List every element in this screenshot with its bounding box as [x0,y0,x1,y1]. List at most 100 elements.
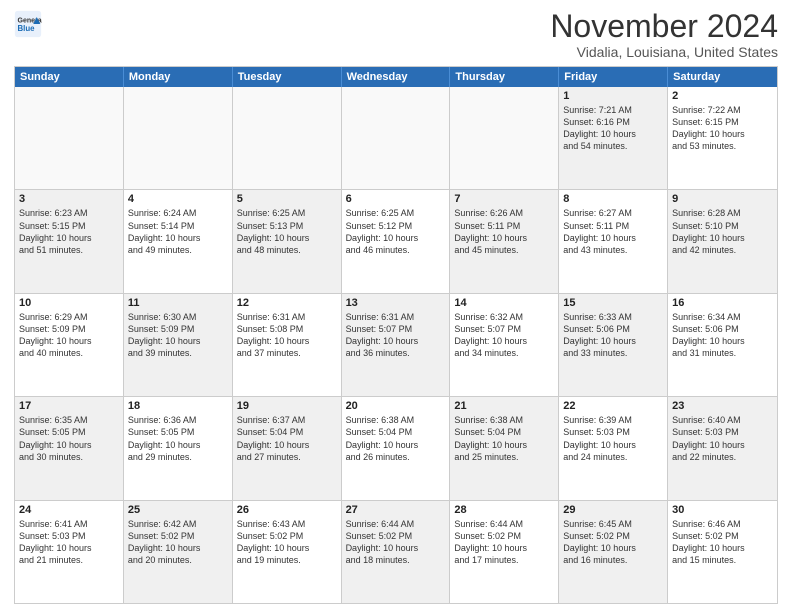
calendar-cell: 15 Sunrise: 6:33 AM Sunset: 5:06 PM Dayli… [559,294,668,396]
day-number: 7 [454,193,554,205]
day-number: 16 [672,297,773,309]
day-number: 26 [237,504,337,516]
cell-text: Sunrise: 6:42 AM Sunset: 5:02 PM Dayligh… [128,518,228,567]
calendar-cell: 10Sunrise: 6:29 AM Sunset: 5:09 PM Dayli… [15,294,124,396]
calendar-cell: 26 Sunrise: 6:43 AM Sunset: 5:02 PM Dayli… [233,501,342,603]
cell-text: Sunrise: 6:32 AM Sunset: 5:07 PM Dayligh… [454,311,554,360]
cell-text: Sunrise: 6:31 AM Sunset: 5:08 PM Dayligh… [237,311,337,360]
calendar-cell: 12 Sunrise: 6:31 AM Sunset: 5:08 PM Dayli… [233,294,342,396]
cell-text: Sunrise: 6:27 AM Sunset: 5:11 PM Dayligh… [563,207,663,256]
cell-text: Sunrise: 6:25 AM Sunset: 5:13 PM Dayligh… [237,207,337,256]
day-number: 28 [454,504,554,516]
day-number: 6 [346,193,446,205]
day-number: 3 [19,193,119,205]
cell-text: Sunrise: 6:23 AM Sunset: 5:15 PM Dayligh… [19,207,119,256]
cell-text: Sunrise: 6:24 AM Sunset: 5:14 PM Dayligh… [128,207,228,256]
day-number: 14 [454,297,554,309]
calendar-cell: 29 Sunrise: 6:45 AM Sunset: 5:02 PM Dayli… [559,501,668,603]
day-number: 5 [237,193,337,205]
day-number: 17 [19,400,119,412]
day-number: 4 [128,193,228,205]
calendar-cell: 2 Sunrise: 7:22 AM Sunset: 6:15 PM Daylig… [668,87,777,189]
day-number: 12 [237,297,337,309]
calendar-cell: 25 Sunrise: 6:42 AM Sunset: 5:02 PM Dayli… [124,501,233,603]
subtitle: Vidalia, Louisiana, United States [550,44,778,60]
calendar: SundayMondayTuesdayWednesdayThursdayFrid… [14,66,778,604]
calendar-cell: 23 Sunrise: 6:40 AM Sunset: 5:03 PM Dayli… [668,397,777,499]
cell-text: Sunrise: 6:35 AM Sunset: 5:05 PM Dayligh… [19,414,119,463]
cell-text: Sunrise: 7:21 AM Sunset: 6:16 PM Dayligh… [563,104,663,153]
calendar-cell: 5 Sunrise: 6:25 AM Sunset: 5:13 PM Daylig… [233,190,342,292]
calendar-cell [450,87,559,189]
calendar-cell: 30Sunrise: 6:46 AM Sunset: 5:02 PM Dayli… [668,501,777,603]
cell-text: Sunrise: 6:39 AM Sunset: 5:03 PM Dayligh… [563,414,663,463]
cell-text: Sunrise: 6:30 AM Sunset: 5:09 PM Dayligh… [128,311,228,360]
day-number: 29 [563,504,663,516]
day-number: 23 [672,400,773,412]
logo-area: General Blue [14,10,42,38]
cell-text: Sunrise: 6:36 AM Sunset: 5:05 PM Dayligh… [128,414,228,463]
calendar-cell [233,87,342,189]
calendar-cell: 1 Sunrise: 7:21 AM Sunset: 6:16 PM Daylig… [559,87,668,189]
calendar-cell: 14 Sunrise: 6:32 AM Sunset: 5:07 PM Dayli… [450,294,559,396]
calendar-cell [342,87,451,189]
page: General Blue November 2024 Vidalia, Loui… [0,0,792,612]
day-number: 9 [672,193,773,205]
calendar-cell: 7 Sunrise: 6:26 AM Sunset: 5:11 PM Daylig… [450,190,559,292]
day-number: 20 [346,400,446,412]
calendar-cell: 3 Sunrise: 6:23 AM Sunset: 5:15 PM Daylig… [15,190,124,292]
day-number: 10 [19,297,119,309]
day-number: 15 [563,297,663,309]
cell-text: Sunrise: 6:31 AM Sunset: 5:07 PM Dayligh… [346,311,446,360]
calendar-cell: 18 Sunrise: 6:36 AM Sunset: 5:05 PM Dayli… [124,397,233,499]
cell-text: Sunrise: 6:40 AM Sunset: 5:03 PM Dayligh… [672,414,773,463]
day-number: 13 [346,297,446,309]
cell-text: Sunrise: 6:38 AM Sunset: 5:04 PM Dayligh… [454,414,554,463]
calendar-header-cell: Thursday [450,67,559,87]
cell-text: Sunrise: 6:38 AM Sunset: 5:04 PM Dayligh… [346,414,446,463]
calendar-cell: 19Sunrise: 6:37 AM Sunset: 5:04 PM Dayli… [233,397,342,499]
day-number: 30 [672,504,773,516]
calendar-cell: 27 Sunrise: 6:44 AM Sunset: 5:02 PM Dayli… [342,501,451,603]
day-number: 19 [237,400,337,412]
calendar-header-cell: Friday [559,67,668,87]
cell-text: Sunrise: 6:33 AM Sunset: 5:06 PM Dayligh… [563,311,663,360]
day-number: 2 [672,90,773,102]
header: General Blue November 2024 Vidalia, Loui… [14,10,778,60]
cell-text: Sunrise: 6:41 AM Sunset: 5:03 PM Dayligh… [19,518,119,567]
calendar-cell: 9 Sunrise: 6:28 AM Sunset: 5:10 PM Daylig… [668,190,777,292]
day-number: 22 [563,400,663,412]
calendar-cell: 21 Sunrise: 6:38 AM Sunset: 5:04 PM Dayli… [450,397,559,499]
day-number: 24 [19,504,119,516]
day-number: 11 [128,297,228,309]
cell-text: Sunrise: 6:44 AM Sunset: 5:02 PM Dayligh… [346,518,446,567]
calendar-cell: 17 Sunrise: 6:35 AM Sunset: 5:05 PM Dayli… [15,397,124,499]
calendar-cell: 20 Sunrise: 6:38 AM Sunset: 5:04 PM Dayli… [342,397,451,499]
day-number: 25 [128,504,228,516]
cell-text: Sunrise: 6:28 AM Sunset: 5:10 PM Dayligh… [672,207,773,256]
calendar-cell: 11 Sunrise: 6:30 AM Sunset: 5:09 PM Dayli… [124,294,233,396]
cell-text: Sunrise: 6:45 AM Sunset: 5:02 PM Dayligh… [563,518,663,567]
day-number: 1 [563,90,663,102]
day-number: 18 [128,400,228,412]
day-number: 27 [346,504,446,516]
calendar-week-row: 3 Sunrise: 6:23 AM Sunset: 5:15 PM Daylig… [15,189,777,292]
calendar-header-cell: Sunday [15,67,124,87]
calendar-cell: 24 Sunrise: 6:41 AM Sunset: 5:03 PM Dayli… [15,501,124,603]
calendar-cell: 16Sunrise: 6:34 AM Sunset: 5:06 PM Dayli… [668,294,777,396]
calendar-cell [15,87,124,189]
day-number: 8 [563,193,663,205]
title-area: November 2024 Vidalia, Louisiana, United… [550,10,778,60]
logo-icon: General Blue [14,10,42,38]
cell-text: Sunrise: 6:44 AM Sunset: 5:02 PM Dayligh… [454,518,554,567]
calendar-header-cell: Wednesday [342,67,451,87]
calendar-cell: 28 Sunrise: 6:44 AM Sunset: 5:02 PM Dayli… [450,501,559,603]
calendar-week-row: 10Sunrise: 6:29 AM Sunset: 5:09 PM Dayli… [15,293,777,396]
calendar-cell: 22 Sunrise: 6:39 AM Sunset: 5:03 PM Dayli… [559,397,668,499]
svg-text:Blue: Blue [18,24,36,33]
cell-text: Sunrise: 6:26 AM Sunset: 5:11 PM Dayligh… [454,207,554,256]
day-number: 21 [454,400,554,412]
cell-text: Sunrise: 6:43 AM Sunset: 5:02 PM Dayligh… [237,518,337,567]
calendar-week-row: 17 Sunrise: 6:35 AM Sunset: 5:05 PM Dayli… [15,396,777,499]
cell-text: Sunrise: 7:22 AM Sunset: 6:15 PM Dayligh… [672,104,773,153]
